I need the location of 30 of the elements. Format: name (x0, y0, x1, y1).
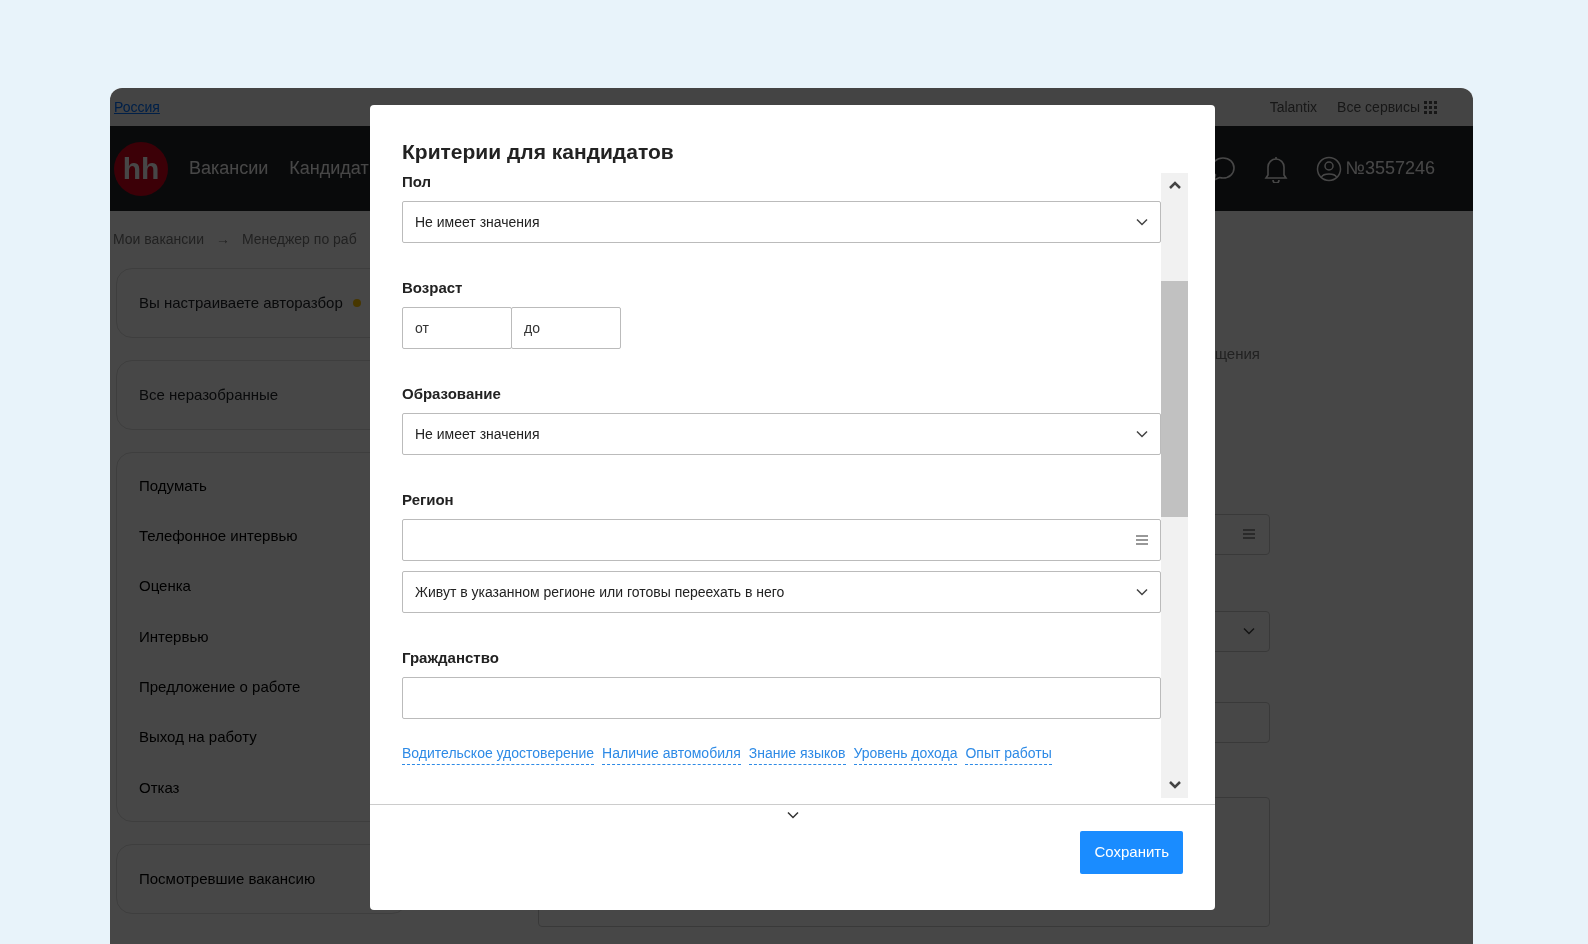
list-icon[interactable] (1136, 535, 1148, 545)
field-label: Пол (402, 173, 433, 191)
save-button[interactable]: Сохранить (1080, 831, 1183, 874)
region-field[interactable] (402, 519, 1161, 561)
field-label: Регион (402, 491, 455, 509)
dialog-title: Критерии для кандидатов (401, 139, 675, 165)
criteria-link[interactable]: Опыт работы (965, 743, 1052, 765)
criteria-link[interactable]: Знание языков (748, 743, 846, 765)
breadcrumb-separator: → (216, 230, 230, 249)
scroll-up-icon[interactable] (1167, 180, 1182, 190)
select-field[interactable]: Не имеет значения (402, 201, 1161, 243)
criteria-link[interactable]: Водительское удостоверение (402, 743, 595, 765)
field-label: Образование (402, 385, 502, 403)
age-field[interactable]: до (511, 307, 621, 349)
autosort-label: Вы настраиваете авторазбор (139, 292, 343, 313)
chevron-down-icon[interactable] (786, 811, 799, 819)
chevron-down-icon (1136, 430, 1148, 438)
field-label: Гражданство (402, 649, 500, 667)
scrollbar[interactable] (1161, 173, 1188, 798)
age-field[interactable]: от (402, 307, 512, 349)
chevron-down-icon (1136, 218, 1148, 226)
criteria-link[interactable]: Уровень дохода (853, 743, 958, 765)
chevron-down-icon (1136, 588, 1148, 596)
select-field[interactable]: Живут в указанном регионе или готовы переехать в него (402, 571, 1161, 613)
scrollbar-thumb[interactable] (1161, 281, 1188, 517)
scroll-down-icon[interactable] (1167, 780, 1182, 790)
text-field[interactable] (402, 677, 1161, 719)
criteria-link[interactable]: Наличие автомобиля (602, 743, 741, 765)
field-label: Возраст (402, 279, 464, 297)
select-field[interactable]: Не имеет значения (402, 413, 1161, 455)
